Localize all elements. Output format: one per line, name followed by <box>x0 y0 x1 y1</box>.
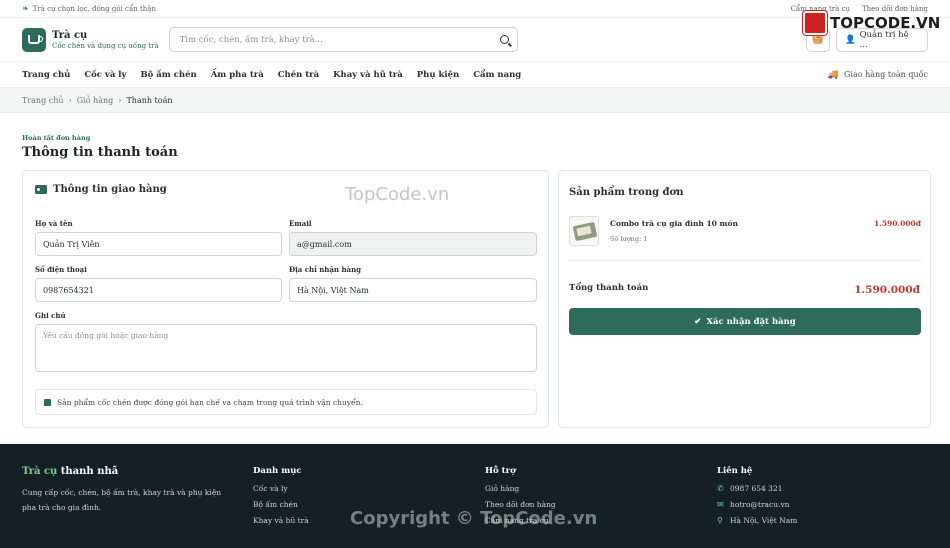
watermark-footer: Copyright © TopCode.vn <box>350 508 598 529</box>
nav-item-tea-cups[interactable]: Chén trà <box>278 70 319 80</box>
footer-phone-text: 0987 654 321 <box>730 484 783 493</box>
confirm-order-label: Xác nhận đặt hàng <box>706 316 796 327</box>
order-item: Combo trà cụ gia đình 10 món Số lượng: 1… <box>569 213 921 261</box>
mail-icon: ✉ <box>717 500 724 509</box>
watermark-center: TopCode.vn <box>345 184 450 205</box>
checkout-main: Hoàn tất đơn hàng Thông tin thanh toán T… <box>0 113 950 442</box>
breadcrumb: Trang chủ › Giỏ hàng › Thanh toán <box>0 88 950 113</box>
topbar-left: ❧ Trà cụ chọn lọc, đóng gói cẩn thận <box>22 4 156 13</box>
footer-link-tea-sets[interactable]: Bộ ấm chén <box>253 500 309 509</box>
email-field[interactable]: a@gmail.com <box>289 232 537 256</box>
breadcrumb-home[interactable]: Trang chủ <box>22 96 64 105</box>
main-nav: Trang chủ Cốc và ly Bộ ấm chén Ấm pha tr… <box>0 62 950 88</box>
tea-cup-logo-icon[interactable] <box>22 27 46 52</box>
name-label: Họ và tên <box>35 219 73 228</box>
shipping-card: Thông tin giao hàng Họ và tên Quản Trị V… <box>22 170 549 428</box>
footer-categories-title: Danh mục <box>253 466 302 476</box>
order-summary-card: Sản phẩm trong đơn Combo trà cụ gia đình… <box>558 170 931 428</box>
footer-location-text: Hà Nội, Việt Nam <box>730 516 798 525</box>
map-pin-icon: ⚲ <box>717 516 723 525</box>
search-input[interactable]: Tìm cốc, chén, ấm trà, khay trà... <box>168 27 518 52</box>
search-icon[interactable] <box>499 35 509 44</box>
check-icon: ✔ <box>694 316 702 327</box>
nav-item-teapots[interactable]: Ấm pha trà <box>211 70 264 80</box>
truck-icon: 🚚 <box>827 69 840 80</box>
phone-icon: ✆ <box>717 484 724 493</box>
product-price: 1.590.000đ <box>874 219 921 228</box>
footer-phone[interactable]: ✆ 0987 654 321 <box>717 484 797 493</box>
note-label: Ghi chú <box>35 311 66 320</box>
footer-email-text: hotro@tracu.vn <box>730 500 790 509</box>
leaf-icon: ❧ <box>22 4 29 13</box>
user-icon: 👤 <box>845 34 856 45</box>
id-card-icon <box>35 185 47 194</box>
product-quantity: Số lượng: 1 <box>610 235 648 243</box>
chevron-right-icon: › <box>68 95 72 105</box>
confirm-order-button[interactable]: ✔ Xác nhận đặt hàng <box>569 308 921 335</box>
order-summary-title: Sản phẩm trong đơn <box>569 187 684 198</box>
address-label: Địa chỉ nhận hàng <box>289 265 362 274</box>
nav-item-home[interactable]: Trang chủ <box>22 70 70 80</box>
brand[interactable]: Trà cụ Cốc chén và dụng cụ uống trà <box>52 30 159 50</box>
nav-item-trays-jars[interactable]: Khay và hũ trà <box>333 70 403 80</box>
shipping-info: 🚚 Giao hàng toàn quốc <box>828 70 928 80</box>
name-field[interactable]: Quản Trị Viên <box>35 232 282 256</box>
box-icon <box>44 398 51 406</box>
watermark-logo: TOPCODE.VN <box>803 11 940 35</box>
nav-items: Trang chủ Cốc và ly Bộ ấm chén Ấm pha tr… <box>22 70 521 80</box>
page-title: Thông tin thanh toán <box>22 145 178 160</box>
packaging-notice-text: Sản phẩm cốc chén được đóng gói hạn chế … <box>57 397 363 407</box>
product-name: Combo trà cụ gia đình 10 món <box>610 219 738 228</box>
product-thumbnail <box>569 216 599 246</box>
footer-location: ⚲ Hà Nội, Việt Nam <box>717 516 797 525</box>
footer-description: Cung cấp cốc, chén, bộ ấm trà, khay trà … <box>22 488 222 512</box>
search-placeholder: Tìm cốc, chén, ấm trà, khay trà... <box>179 34 323 45</box>
footer-email[interactable]: ✉ hotro@tracu.vn <box>717 500 797 509</box>
footer-categories: Danh mục Cốc và ly Bộ ấm chén Khay và hũ… <box>253 466 309 532</box>
topcode-logo-icon <box>803 11 827 35</box>
nav-item-guide[interactable]: Cẩm nang <box>473 70 521 80</box>
breadcrumb-cart[interactable]: Giỏ hàng <box>77 96 114 105</box>
breadcrumb-current: Thanh toán <box>126 95 173 105</box>
footer-brand: Trà cụ thanh nhã <box>22 466 232 477</box>
brand-name: Trà cụ <box>52 29 88 41</box>
shipping-card-title: Thông tin giao hàng <box>53 184 167 195</box>
footer-brand-column: Trà cụ thanh nhã Cung cấp cốc, chén, bộ … <box>22 466 232 515</box>
footer-brand-b: thanh nhã <box>60 466 119 477</box>
footer-support-title: Hỗ trợ <box>485 466 516 476</box>
watermark-logo-text: TOPCODE.VN <box>830 14 941 32</box>
chevron-right-icon: › <box>118 95 122 105</box>
footer-link-cups[interactable]: Cốc và ly <box>253 484 309 493</box>
phone-field[interactable]: 0987654321 <box>35 278 282 302</box>
note-textarea[interactable]: Yêu cầu đóng gói hoặc giao hàng <box>35 324 537 372</box>
email-label: Email <box>289 219 312 228</box>
phone-label: Số điện thoại <box>35 265 87 274</box>
nav-item-accessories[interactable]: Phụ kiện <box>417 70 459 80</box>
brand-tagline: Cốc chén và dụng cụ uống trà <box>52 41 159 50</box>
shipping-card-header: Thông tin giao hàng <box>35 184 167 195</box>
footer-link-trays[interactable]: Khay và hũ trà <box>253 516 309 525</box>
basket-icon: 🧺 <box>811 34 825 45</box>
footer-contact-title: Liên hệ <box>717 466 753 476</box>
packaging-notice: Sản phẩm cốc chén được đóng gói hạn chế … <box>35 389 537 415</box>
footer-contact: Liên hệ ✆ 0987 654 321 ✉ hotro@tracu.vn ⚲ H… <box>717 466 797 532</box>
nav-item-tea-sets[interactable]: Bộ ấm chén <box>140 70 196 80</box>
address-field[interactable]: Hà Nội, Việt Nam <box>289 278 537 302</box>
nav-item-cups[interactable]: Cốc và ly <box>84 70 126 80</box>
footer-link-cart[interactable]: Giỏ hàng <box>485 484 556 493</box>
topbar-tagline: Trà cụ chọn lọc, đóng gói cẩn thận <box>32 4 156 13</box>
footer: Trà cụ thanh nhã Cung cấp cốc, chén, bộ … <box>0 444 950 548</box>
shipping-label: Giao hàng toàn quốc <box>844 70 928 79</box>
page-eyebrow: Hoàn tất đơn hàng <box>22 134 91 142</box>
footer-brand-a: Trà cụ <box>22 466 58 477</box>
total-label: Tổng thanh toán <box>569 283 649 293</box>
total-value: 1.590.000đ <box>854 284 920 296</box>
